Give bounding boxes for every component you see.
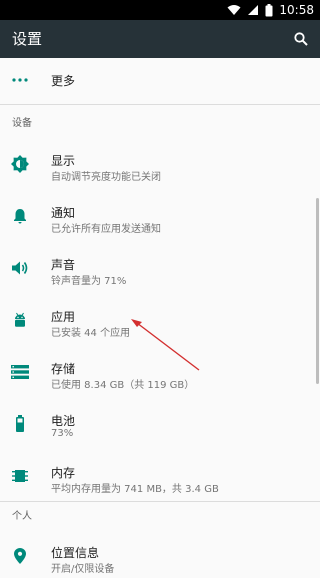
- settings-item-summary: 已允许所有应用发送通知: [51, 224, 161, 235]
- page-title: 设置: [12, 30, 43, 48]
- status-bar: 10:58: [0, 0, 320, 20]
- settings-item-sound[interactable]: 声音 铃声音量为 71%: [0, 246, 312, 290]
- settings-item-summary: 73%: [51, 428, 74, 439]
- settings-item-title: 存储: [51, 362, 76, 376]
- battery-icon: [10, 414, 30, 434]
- settings-item-title: 声音: [51, 258, 76, 272]
- bell-icon: [10, 206, 30, 226]
- settings-item-title: 显示: [51, 154, 76, 168]
- search-icon[interactable]: [290, 28, 312, 50]
- app-bar: 设置: [0, 20, 320, 58]
- settings-item-title: 电池: [51, 414, 76, 428]
- settings-item-battery[interactable]: 电池 73%: [0, 402, 312, 446]
- signal-icon: [247, 4, 259, 16]
- volume-icon: [10, 258, 30, 278]
- annotation-arrow: [131, 319, 200, 371]
- category-header-device: 设备: [12, 118, 32, 129]
- settings-item-summary: 开启/仅限设备: [51, 564, 115, 575]
- status-time: 10:58: [279, 3, 314, 17]
- settings-item-display[interactable]: 显示 自动调节亮度功能已关闭: [0, 142, 312, 186]
- storage-icon: [10, 362, 30, 382]
- settings-item-memory[interactable]: 内存 平均内存用量为 741 MB，共 3.4 GB: [0, 454, 312, 498]
- settings-item-title: 应用: [51, 310, 76, 324]
- settings-item-summary: 已使用 8.34 GB（共 119 GB）: [51, 380, 195, 391]
- settings-item-summary: 铃声音量为 71%: [51, 276, 127, 287]
- settings-item-title: 内存: [51, 466, 76, 480]
- divider: [0, 104, 320, 105]
- memory-icon: [10, 466, 30, 486]
- location-pin-icon: [10, 546, 30, 566]
- settings-item-title: 通知: [51, 206, 76, 220]
- category-header-personal: 个人: [12, 511, 32, 522]
- scrollbar[interactable]: [316, 198, 319, 384]
- battery-icon: [265, 3, 273, 17]
- divider: [0, 501, 320, 502]
- settings-item-summary: 自动调节亮度功能已关闭: [51, 172, 161, 183]
- settings-item-title: 位置信息: [51, 546, 100, 560]
- settings-item-notifications[interactable]: 通知 已允许所有应用发送通知: [0, 194, 312, 238]
- settings-item-more[interactable]: 更多: [0, 58, 312, 102]
- settings-item-summary: 已安装 44 个应用: [51, 328, 131, 339]
- settings-item-title: 更多: [51, 74, 76, 88]
- brightness-icon: [10, 154, 30, 174]
- more-dots-icon: [10, 70, 30, 90]
- settings-item-summary: 平均内存用量为 741 MB，共 3.4 GB: [51, 484, 219, 495]
- wifi-icon: [227, 4, 241, 16]
- android-icon: [10, 310, 30, 330]
- settings-item-location[interactable]: 位置信息 开启/仅限设备: [0, 534, 312, 578]
